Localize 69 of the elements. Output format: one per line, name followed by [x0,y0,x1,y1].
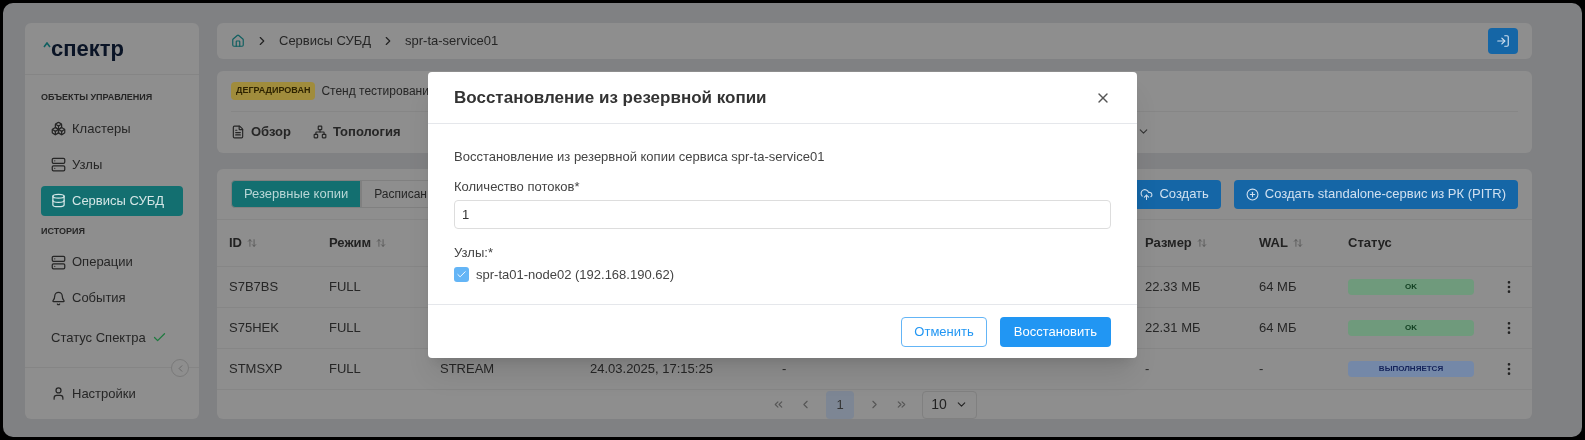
cancel-button[interactable]: Отменить [901,316,987,347]
section-title: ИСТОРИЯ [41,224,86,238]
sidebar-item[interactable]: Кластеры [41,113,183,144]
table-cell: FULL [329,320,361,336]
checkbox[interactable] [454,267,469,283]
upload-icon [1140,187,1154,201]
home-icon[interactable] [231,34,245,48]
status-badge: ВЫПОЛНЯЕТСЯ [1348,361,1474,377]
sidebar-item[interactable]: Операции [41,247,183,277]
section-title: ОБЪЕКТЫ УПРАВЛЕНИЯ [41,91,154,104]
sort-icon[interactable] [247,238,257,248]
status-badge: OK [1348,279,1474,295]
nodes-label: Узлы:* [454,245,494,261]
settings-link[interactable]: Настройки [72,383,136,404]
service-name: Стенд тестировани [321,83,429,100]
column-header[interactable]: ID [229,233,257,253]
column-header[interactable]: WAL [1259,233,1303,253]
sort-icon[interactable] [376,238,387,248]
breadcrumb-item[interactable]: Сервисы СУБД [279,31,372,51]
status-label: Статус Спектра [51,329,146,347]
bell-icon [51,290,66,306]
column-header[interactable]: Режим [329,233,387,253]
sidebar-item[interactable]: Сервисы СУБД [41,185,183,216]
table-cell: 24.03.2025, 17:15:25 [590,361,713,377]
server-icon [51,157,66,172]
status-badge: ДЕГРАДИРОВАН [231,82,316,100]
logo: спектр [51,37,124,60]
subtab[interactable]: Резервные копии [231,180,362,208]
page-size-select[interactable]: 10 [922,390,977,419]
table-cell: 64 МБ [1259,279,1297,295]
sidebar-item[interactable]: События [41,283,183,313]
sort-icon[interactable] [1292,238,1303,248]
doc-icon [231,124,245,139]
restore-button[interactable]: Восстановить [999,316,1111,347]
table-cell: STMSXP [229,361,283,377]
sidebar-item[interactable]: Узлы [41,149,183,180]
cluster-icon [51,121,66,136]
node-label: spr-ta01-node02 (192.168.190.62) [476,266,675,284]
create-button[interactable]: Создать standalone-сервис из РК (PITR) [1233,179,1518,209]
table-cell: 22.33 МБ [1145,279,1201,295]
table-cell: S7B7BS [229,279,279,295]
sort-icon[interactable] [1196,238,1207,248]
database-icon [51,193,66,208]
table-cell: STREAM [440,361,495,377]
column-header[interactable]: Статус [1348,233,1392,253]
server-icon [51,254,66,270]
caret-icon [43,42,51,48]
table-cell: - [782,361,787,377]
logout-button[interactable] [1488,28,1518,54]
table-cell: - [1145,361,1150,377]
service-tab[interactable]: Обзор [231,121,291,142]
table-cell: 64 МБ [1259,320,1297,336]
column-header[interactable]: Размер [1145,233,1207,253]
table-cell: FULL [329,279,361,295]
topology-icon [313,124,327,139]
table-cell: - [1259,361,1264,377]
table-cell: S75HEK [229,320,279,336]
table-cell: FULL [329,361,361,377]
status-badge: OK [1348,320,1474,336]
page-button[interactable]: 1 [826,390,855,419]
service-tab[interactable]: Топология [313,121,401,142]
breadcrumb-item[interactable]: spr-ta-service01 [405,31,499,51]
dialog-text: Восстановление из резервной копии сервиса spr-ta-service01 [454,149,826,165]
dialog-title: Восстановление из резервной копии [454,86,767,109]
threads-input[interactable]: 1 [454,200,1111,229]
table-cell: 22.31 МБ [1145,320,1201,336]
login-icon [1496,34,1510,48]
plus-icon [1245,187,1259,201]
user-icon [51,386,66,401]
